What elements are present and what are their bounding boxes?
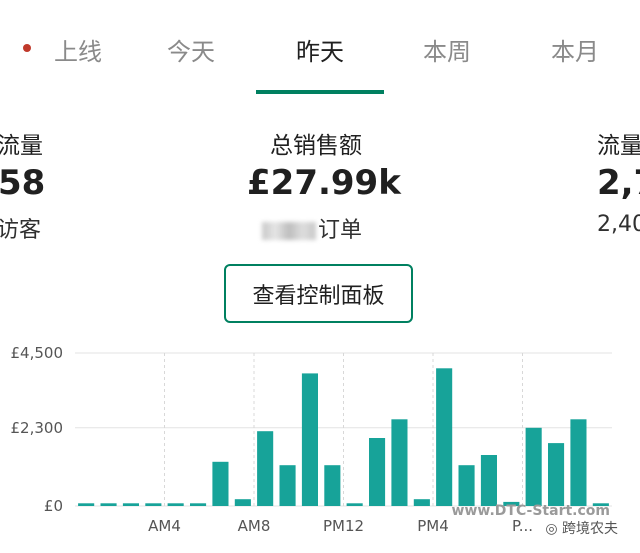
bar-hour-17[interactable] — [458, 465, 475, 506]
bar-hour-18[interactable] — [480, 455, 497, 506]
tab-yesterday[interactable]: 昨天 — [282, 32, 358, 72]
bar-hour-12[interactable] — [346, 503, 363, 506]
watermark-url: www.DTC-Start.com — [451, 503, 610, 519]
bar-hour-22[interactable] — [570, 419, 587, 506]
bar-hour-9[interactable] — [279, 465, 296, 506]
x-tick-label: AM4 — [148, 517, 181, 535]
bar-hour-14[interactable] — [391, 419, 408, 506]
bar-hour-2[interactable] — [122, 503, 139, 506]
metric-total-sales-label: 总销售额 — [270, 133, 362, 159]
live-indicator-icon — [23, 44, 31, 52]
period-tabs: 上线 今天 昨天 本周 本月 — [0, 0, 640, 95]
bar-hour-7[interactable] — [234, 499, 251, 506]
bar-hour-8[interactable] — [257, 431, 274, 506]
bar-hour-15[interactable] — [413, 499, 430, 506]
y-tick-label: £2,300 — [11, 419, 64, 437]
bar-hour-16[interactable] — [436, 368, 453, 506]
bar-hour-4[interactable] — [167, 503, 184, 506]
metric-left-sub: 访客 — [0, 218, 42, 243]
metric-right-value: 2,7 — [597, 163, 640, 203]
bar-hour-21[interactable] — [548, 443, 565, 506]
x-tick-label: AM8 — [238, 517, 271, 535]
bar-hour-13[interactable] — [369, 438, 386, 506]
sales-bar-chart: AM4 AM8 PM12 PM4 P... £4,500 £2,300 £0 — [11, 344, 612, 535]
tab-this-week[interactable]: 本周 — [409, 32, 485, 72]
x-tick-label: P... — [512, 517, 533, 535]
bar-hour-20[interactable] — [525, 427, 542, 506]
bar-hour-3[interactable] — [145, 503, 162, 506]
bar-hour-5[interactable] — [190, 503, 207, 506]
bar-hour-1[interactable] — [100, 503, 117, 506]
x-tick-label: PM4 — [417, 517, 449, 535]
redacted-order-count — [262, 222, 316, 240]
metric-left-label: 流量 — [0, 133, 43, 159]
tab-live[interactable]: 上线 — [40, 32, 116, 72]
bar-hour-11[interactable] — [324, 465, 341, 506]
bar-hour-6[interactable] — [212, 461, 229, 506]
watermark-brand-label: 跨境农夫 — [562, 521, 618, 537]
tab-today[interactable]: 今天 — [153, 32, 229, 72]
metric-left-value: 58 — [0, 163, 46, 203]
metric-total-sales-value: £27.99k — [247, 163, 401, 203]
metric-orders: 订单 — [262, 212, 362, 244]
y-tick-label: £4,500 — [11, 344, 64, 362]
tab-this-month[interactable]: 本月 — [537, 32, 613, 72]
metric-right-sub: 2,40 — [597, 212, 640, 237]
bar-hour-10[interactable] — [301, 373, 318, 506]
watermark-brand: ◎ 跨境农夫 — [545, 518, 618, 538]
metric-orders-label: 订单 — [318, 218, 363, 243]
wechat-icon: ◎ — [545, 521, 558, 537]
x-tick-label: PM12 — [323, 517, 364, 535]
bar-hour-0[interactable] — [78, 503, 95, 506]
view-dashboard-button[interactable]: 查看控制面板 — [224, 264, 413, 323]
metric-right-label: 流量 — [597, 133, 640, 159]
y-tick-label: £0 — [44, 497, 63, 515]
active-tab-indicator — [256, 90, 384, 94]
